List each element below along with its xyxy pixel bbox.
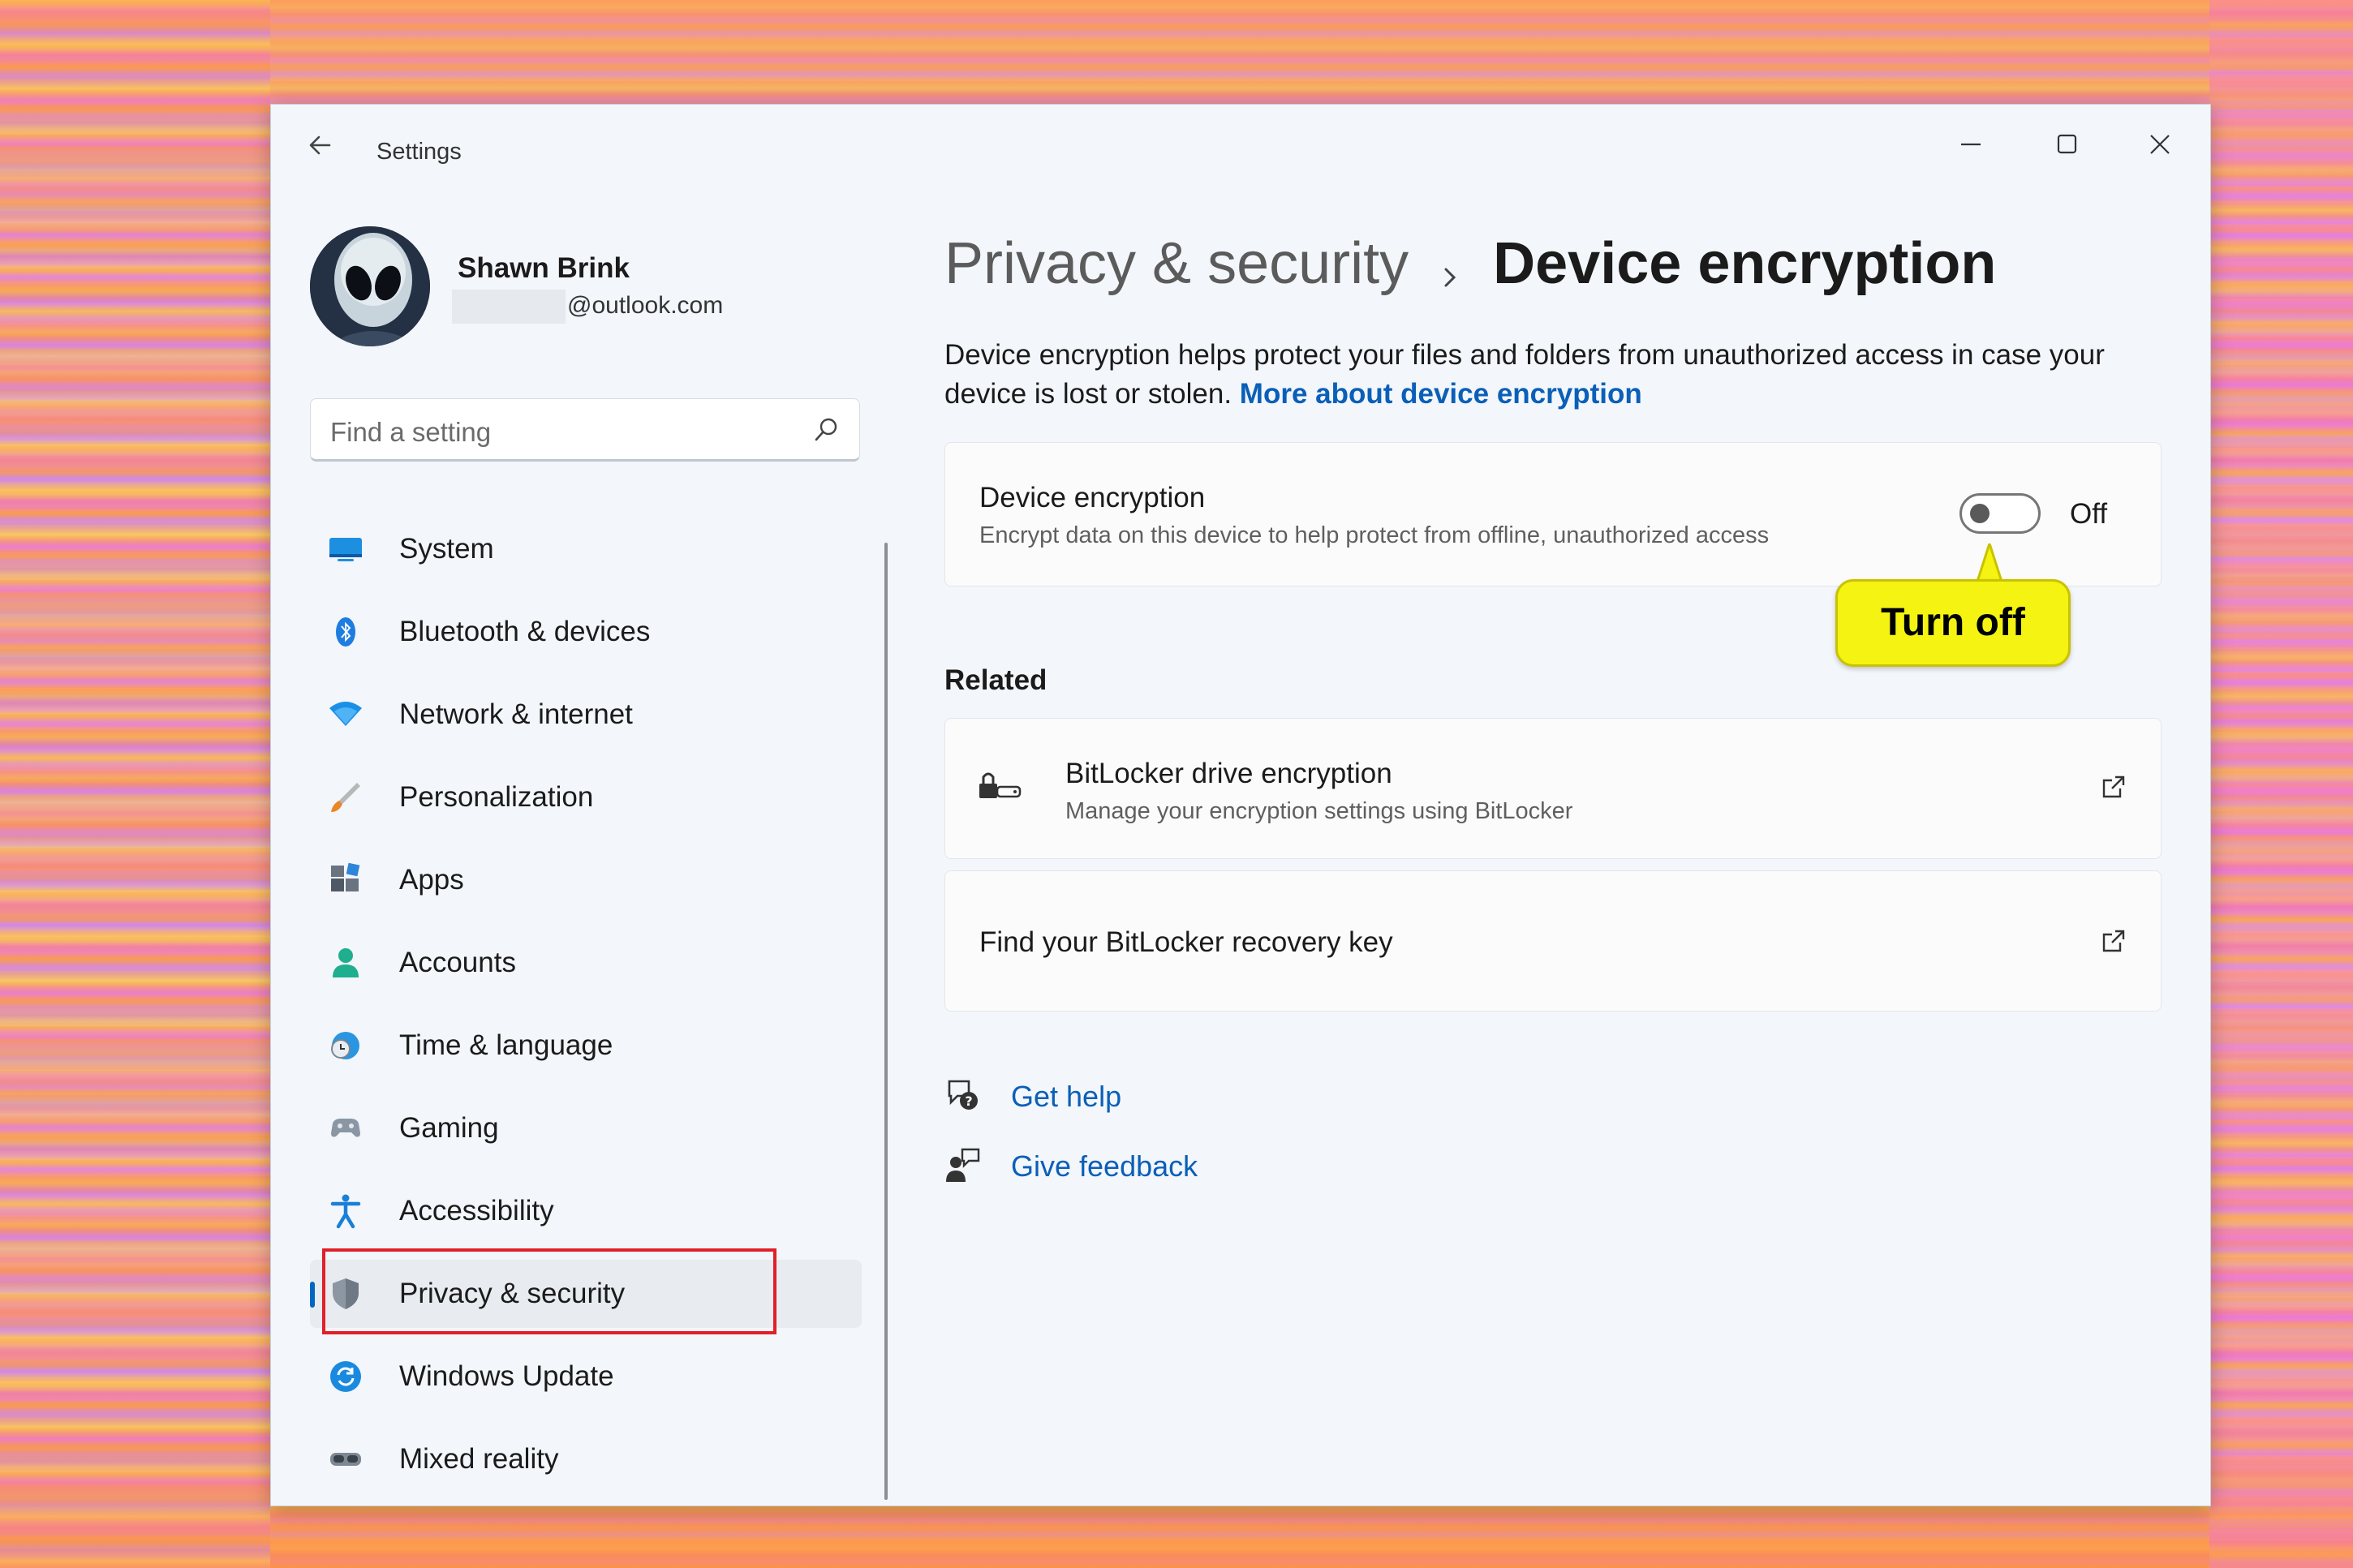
- background-right: [2209, 0, 2353, 1568]
- sidebar-item-system[interactable]: System: [310, 515, 862, 583]
- sidebar-item-bluetooth[interactable]: Bluetooth & devices: [310, 598, 862, 666]
- selection-indicator: [310, 1282, 315, 1308]
- accessibility-icon: [330, 1194, 361, 1229]
- get-help-link[interactable]: Get help: [1011, 1080, 1121, 1114]
- card-subtitle: Manage your encryption settings using Bi…: [1065, 798, 1573, 824]
- give-feedback-link[interactable]: Give feedback: [1011, 1149, 1198, 1184]
- window-title: Settings: [376, 139, 462, 165]
- user-name: Shawn Brink: [458, 252, 630, 284]
- sidebar-item-accounts[interactable]: Accounts: [310, 929, 862, 997]
- update-icon: [330, 1361, 361, 1392]
- sidebar-item-label: Personalization: [399, 781, 594, 813]
- search-placeholder: Find a setting: [330, 417, 492, 447]
- gamepad-icon: [331, 1119, 360, 1137]
- encryption-toggle[interactable]: [1959, 493, 2041, 534]
- sidebar-item-windows-update[interactable]: Windows Update: [310, 1342, 862, 1411]
- background-left: [0, 0, 270, 1568]
- sidebar-item-gaming[interactable]: Gaming: [310, 1094, 862, 1162]
- bitlocker-icon: [979, 772, 1022, 798]
- callout-text: Turn off: [1881, 601, 2025, 644]
- breadcrumb: Privacy & security Device encryption: [944, 230, 1996, 297]
- card-title: BitLocker drive encryption: [1065, 758, 1392, 789]
- settings-window: Settings Shawn Brink @outlook.com Find a…: [270, 104, 2211, 1506]
- card-title: Find your BitLocker recovery key: [979, 926, 1393, 958]
- sidebar-item-label: System: [399, 533, 494, 565]
- user-email: @outlook.com: [452, 290, 723, 324]
- breadcrumb-separator: [1441, 263, 1460, 296]
- card-subtitle: Encrypt data on this device to help prot…: [979, 522, 1770, 548]
- avatar: [310, 226, 430, 346]
- sidebar-item-apps[interactable]: Apps: [310, 846, 862, 914]
- sidebar-item-label: Network & internet: [399, 698, 633, 730]
- maximize-button[interactable]: [2042, 122, 2091, 163]
- sidebar-item-mixed-reality[interactable]: Mixed reality: [310, 1425, 862, 1493]
- sidebar-item-label: Apps: [399, 864, 464, 896]
- system-icon: [329, 538, 362, 561]
- close-button[interactable]: [2136, 122, 2184, 163]
- sidebar-item-accessibility[interactable]: Accessibility: [310, 1177, 862, 1245]
- minimize-button[interactable]: [1946, 122, 1995, 163]
- email-redaction: [452, 290, 566, 324]
- sidebar-item-label: Accessibility: [399, 1195, 554, 1226]
- close-icon: [2150, 135, 2170, 154]
- minimize-icon: [1961, 143, 1981, 146]
- highlight-annotation-box: [322, 1248, 776, 1334]
- svg-text:?: ?: [965, 1093, 972, 1109]
- maximize-icon: [2057, 134, 2077, 154]
- search-input[interactable]: Find a setting: [310, 398, 860, 462]
- search-icon[interactable]: [812, 415, 841, 445]
- related-heading: Related: [944, 664, 1047, 696]
- get-help-icon: ?: [948, 1080, 978, 1110]
- person-icon: [333, 948, 359, 977]
- page-title: Device encryption: [1493, 231, 1997, 296]
- brush-icon: [331, 783, 360, 812]
- sidebar-item-label: Gaming: [399, 1112, 499, 1144]
- toggle-knob: [1970, 504, 1990, 523]
- recovery-key-card[interactable]: Find your BitLocker recovery key: [944, 870, 2162, 1012]
- external-link-icon: [2102, 775, 2125, 798]
- sidebar-item-label: Mixed reality: [399, 1443, 559, 1475]
- toggle-state-label: Off: [2070, 498, 2108, 530]
- give-feedback-icon: [946, 1148, 980, 1182]
- breadcrumb-parent[interactable]: Privacy & security: [944, 231, 1409, 296]
- turn-off-callout: Turn off: [1835, 543, 2071, 667]
- wifi-icon: [329, 702, 362, 726]
- sidebar-item-label: Bluetooth & devices: [399, 616, 651, 647]
- card-title: Device encryption: [979, 482, 1206, 513]
- globe-clock-icon: [331, 1032, 359, 1059]
- sidebar-item-personalization[interactable]: Personalization: [310, 763, 862, 831]
- chevron-right-icon: [1444, 268, 1456, 287]
- apps-icon: [331, 862, 360, 891]
- bluetooth-icon: [336, 617, 355, 647]
- sidebar-item-label: Accounts: [399, 947, 516, 978]
- sidebar-item-time-language[interactable]: Time & language: [310, 1012, 862, 1080]
- sidebar-scrollbar[interactable]: [884, 543, 888, 1500]
- sidebar-item-label: Time & language: [399, 1029, 613, 1061]
- external-link-icon: [2102, 930, 2125, 952]
- email-domain: @outlook.com: [567, 291, 724, 319]
- bitlocker-card[interactable]: BitLocker drive encryption Manage your e…: [944, 718, 2162, 859]
- headset-icon: [330, 1453, 361, 1466]
- back-arrow-icon[interactable]: [305, 131, 334, 160]
- sidebar-item-label: Windows Update: [399, 1360, 614, 1392]
- page-description: Device encryption helps protect your fil…: [944, 336, 2145, 414]
- callout-pointer: [1975, 543, 2004, 584]
- more-about-link[interactable]: More about device encryption: [1240, 378, 1642, 410]
- title-bar: Settings: [271, 105, 2210, 165]
- sidebar-item-network[interactable]: Network & internet: [310, 681, 862, 749]
